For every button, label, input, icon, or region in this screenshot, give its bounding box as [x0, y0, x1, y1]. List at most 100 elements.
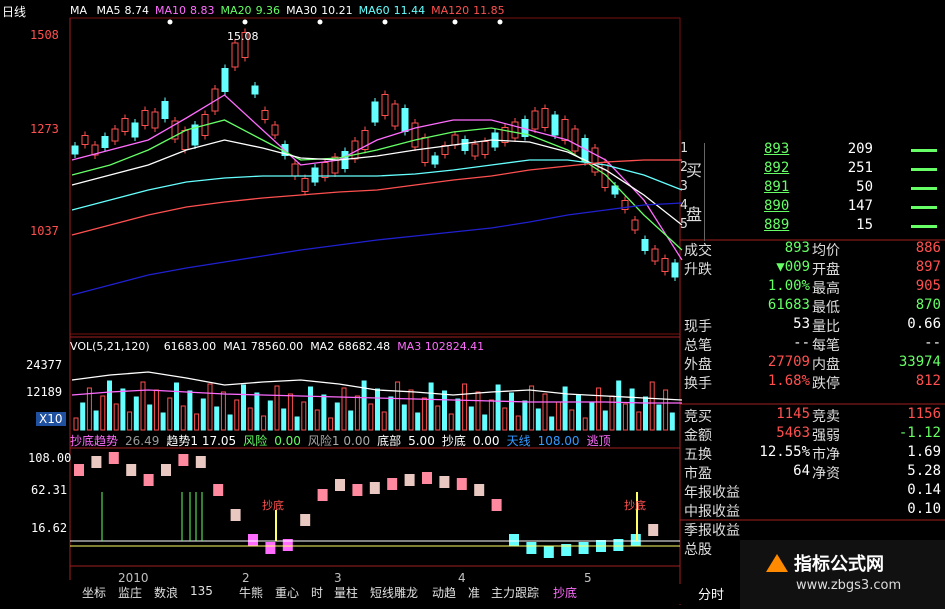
volume-bar	[187, 390, 193, 431]
indicator-tab-bar: 坐标 监庄 数浪 135 牛熊 重心时量柱 短线雕龙 动趋准主力跟踪 抄底	[82, 584, 682, 604]
candle-body	[71, 145, 79, 155]
order-book-row: 5 889 15	[680, 217, 945, 237]
ma-ma60: MA60 11.44	[359, 4, 426, 17]
quote-label: 升跌	[684, 262, 712, 278]
ma-name: MA20	[220, 4, 252, 17]
indicator-bar	[648, 524, 659, 536]
indicator-bar	[317, 489, 328, 501]
ma60-line	[71, 159, 683, 211]
price-axis-top: 1508	[30, 28, 59, 42]
order-book-row: 2 892 251	[680, 160, 945, 180]
indicator-bar	[578, 542, 589, 554]
volume-bar	[522, 400, 528, 431]
indicator-tab[interactable]: 准	[468, 584, 491, 604]
volume-bar	[294, 416, 300, 431]
volume-bar	[348, 410, 354, 431]
volume-bar	[153, 389, 159, 431]
volume-bar	[200, 398, 206, 431]
candle-body	[231, 42, 239, 68]
indicator-bar	[161, 464, 171, 476]
indicator-tab[interactable]: 时	[311, 584, 334, 604]
quote-label: 现手	[684, 319, 712, 335]
indicator-bar	[143, 474, 154, 486]
volume-bar	[93, 410, 99, 431]
indicator-tab[interactable]: 坐标	[82, 584, 118, 604]
indicator-tab[interactable]: 抄底	[553, 584, 589, 604]
ind-axis-a: 108.00	[28, 451, 72, 465]
volume-bar	[609, 395, 615, 431]
watermark-title: 指标公式网	[794, 554, 884, 575]
watermark-url: www.zbgs3.com	[796, 578, 902, 593]
ma-value: 11.85	[473, 4, 505, 17]
indicator-tab[interactable]: 重心	[275, 584, 311, 604]
indicator-tab[interactable]: 监庄	[118, 584, 154, 604]
volume-bar	[435, 405, 441, 431]
indicator-header-item: 5.00	[408, 434, 435, 448]
volume-bar	[475, 391, 481, 431]
ma-marker-icon	[167, 19, 173, 25]
volume-bar	[160, 412, 166, 431]
volume-bar	[281, 408, 287, 431]
indicator-tab[interactable]: 量柱	[334, 584, 370, 604]
volume-bar	[113, 403, 119, 431]
quote-label: 总股	[684, 542, 712, 558]
candle-body	[321, 162, 329, 178]
volume-bar	[488, 399, 494, 431]
period-label[interactable]: 日线	[2, 3, 26, 20]
vol-axis-b: 12189	[26, 385, 63, 399]
quote-value-2: 0.14	[907, 482, 941, 498]
volume-bar	[622, 403, 628, 431]
bid-price: 891	[764, 179, 790, 195]
ma-marker-icon	[317, 19, 323, 25]
quote-value-2: -1.12	[898, 425, 941, 441]
volume-bar	[308, 386, 313, 431]
quote-row: 成交 893 均价 886	[684, 240, 945, 260]
volume-bar	[542, 393, 548, 431]
indicator-bar	[195, 456, 206, 468]
indicator-header-item: 底部	[377, 434, 402, 448]
indicator-tab[interactable]: 动趋	[432, 584, 468, 604]
quote-value: 61683	[767, 297, 810, 313]
vol-ma1: MA1 78560.00	[223, 340, 304, 353]
quote-label-2: 净资	[812, 466, 840, 482]
volume-bar	[596, 387, 602, 431]
peak-price-label: 15.08	[227, 30, 259, 43]
candle-body	[541, 108, 549, 128]
candle-body	[631, 219, 639, 231]
volume-header: VOL(5,21,120) 61683.00 MA1 78560.00 MA2 …	[70, 340, 484, 353]
ma-marker-icon	[497, 19, 503, 25]
quote-value-2: 812	[915, 373, 941, 389]
vol-scale-x10-button[interactable]: X10	[36, 412, 66, 426]
volume-tick-icon	[911, 168, 937, 171]
level-num: 3	[680, 179, 688, 194]
candle-body	[261, 110, 269, 120]
volume-bar	[509, 392, 514, 431]
ma-name: MA10	[155, 4, 187, 17]
indicator-bar	[369, 482, 380, 494]
ind-axis-c: 16.62	[31, 521, 68, 535]
volume-bar	[207, 383, 213, 431]
volume-bar	[428, 382, 434, 431]
volume-bar	[107, 380, 112, 431]
price-axis-mid: 1273	[30, 122, 59, 136]
indicator-tab[interactable]: 135	[190, 584, 239, 604]
timeshare-tab[interactable]: 分时	[698, 584, 724, 603]
ma-header: MA MA5 8.74 MA10 8.83 MA20 9.36 MA30 10.21 MA60 1…	[70, 4, 505, 17]
quote-value-2: 897	[915, 259, 941, 275]
indicator-tab[interactable]: 牛熊	[239, 584, 275, 604]
indicator-header-item: 抄底	[441, 434, 466, 448]
indicator-tab[interactable]: 短线雕龙	[370, 584, 432, 604]
volume-bar	[174, 382, 179, 431]
indicator-tab[interactable]: 主力跟踪	[491, 584, 553, 604]
quote-label-2: 最低	[812, 300, 840, 316]
indicator-bar	[126, 464, 137, 476]
quote-value: --	[793, 335, 810, 351]
quote-label: 竞买	[684, 409, 712, 425]
indicator-header-item: 0.00	[472, 434, 500, 448]
quote-row: 金额 5463 强弱 -1.12	[684, 425, 945, 445]
indicator-tab[interactable]: 数浪	[154, 584, 190, 604]
indicator-header-item: 趋势1 17.05	[166, 434, 237, 448]
indicator-bar	[108, 452, 119, 464]
ma-name: MA60	[358, 4, 390, 17]
quote-value: 53	[793, 316, 810, 332]
